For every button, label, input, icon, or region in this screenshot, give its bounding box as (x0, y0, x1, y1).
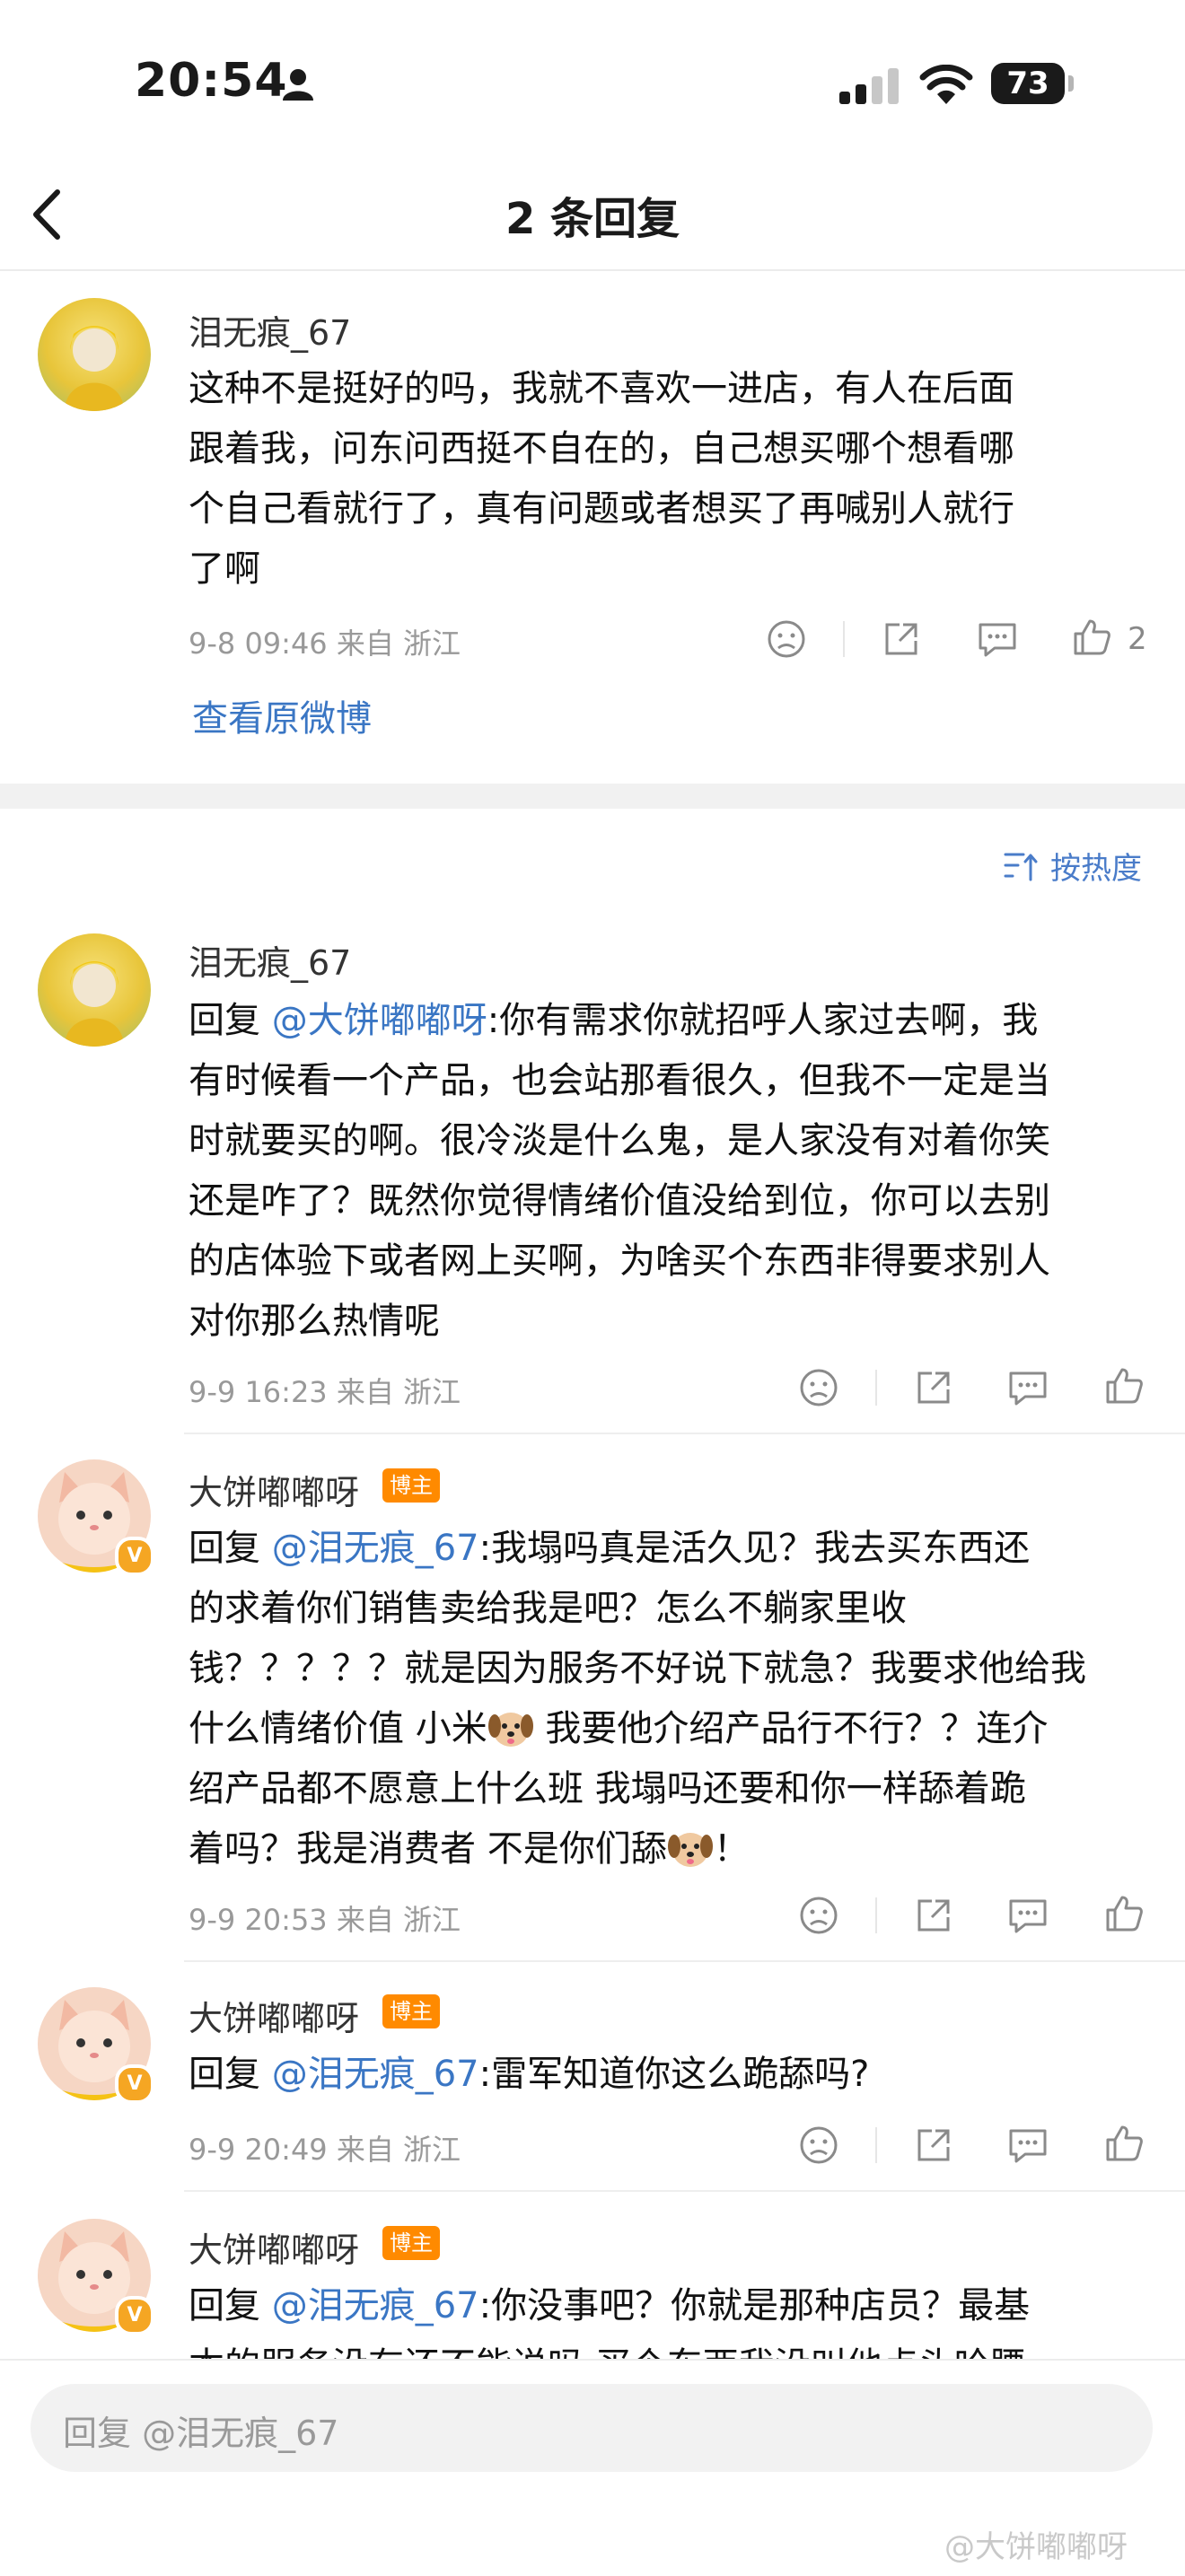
comment-icon[interactable] (1007, 1368, 1049, 1407)
sort-by-popularity[interactable]: 按热度 (1050, 844, 1142, 888)
verified-badge-icon: V (115, 2064, 154, 2104)
like-icon[interactable] (1104, 1894, 1144, 1933)
reply-text-segment: :我塌吗真是活久见？我去买东西还 (478, 1528, 1031, 1569)
reply-meta: 9-9 16:23 来自 浙江 (189, 1375, 461, 1409)
reply-prefix: 回复 (189, 1528, 272, 1569)
divider (843, 621, 845, 657)
comment-icon[interactable] (1007, 1896, 1049, 1935)
verified-badge-icon: V (115, 2296, 154, 2335)
view-original-post-link[interactable]: 查看原微博 (192, 689, 372, 741)
reply-text-line: 回复 @泪无痕_67:我塌吗真是活久见？我去买东西还 (189, 1519, 1176, 1579)
reply-text-segment: 我要他介绍产品行不行？？连介 (533, 1708, 1049, 1749)
reply-prefix: 回复 (189, 2054, 272, 2095)
reply-text-segment: ！ (713, 1828, 750, 1870)
status-time: 20:54 (135, 54, 288, 108)
reply-text: 回复 @泪无痕_67:雷军知道你这么跪舔吗? (189, 2045, 1176, 2105)
share-icon[interactable] (914, 1896, 953, 1935)
like-icon[interactable] (1072, 618, 1111, 657)
comment-icon[interactable] (977, 619, 1018, 659)
reply-text-line: 还是咋了？既然你觉得情绪价值没给到位，你可以去别 (189, 1180, 1050, 1222)
wifi-icon (919, 65, 973, 104)
reply-text-line: 回复 @大饼嘟嘟呀:你有需求你就招呼人家过去啊，我 (189, 991, 1176, 1051)
like-icon[interactable] (1104, 2124, 1144, 2163)
dislike-icon[interactable] (799, 1368, 838, 1407)
battery-tip (1068, 75, 1074, 92)
reply-text-line: 绍产品都不愿意上什么班 我塌吗还要和你一样舔着跪 (189, 1768, 1026, 1809)
comment-meta: 9-8 09:46 来自 浙江 (189, 626, 461, 661)
reply-text-line: 的店体验下或者网上买啊，为啥买个东西非得要求别人 (189, 1240, 1050, 1282)
reply-username[interactable]: 大饼嘟嘟呀 (189, 1465, 359, 1514)
reply-username[interactable]: 大饼嘟嘟呀 (189, 2222, 359, 2272)
avatar-image (65, 326, 124, 411)
share-icon[interactable] (914, 2125, 953, 2165)
verified-badge-icon: V (115, 1537, 154, 1576)
like-count: 2 (1128, 621, 1147, 657)
reply-meta: 9-9 20:49 来自 浙江 (189, 2133, 461, 2167)
person-icon (283, 69, 313, 101)
watermark: @大饼嘟嘟呀 (944, 2529, 1128, 2565)
comment-text-line: 了啊 (189, 548, 260, 590)
reply-prefix: 回复 (189, 1000, 272, 1041)
sort-icon[interactable] (1004, 851, 1040, 883)
reply-text: 回复 @大饼嘟嘟呀:你有需求你就招呼人家过去啊，我 有时候看一个产品，也会站那看… (189, 991, 1176, 1352)
divider (184, 1433, 1185, 1434)
comment-username[interactable]: 泪无痕_67 (189, 305, 351, 355)
divider (184, 2190, 1185, 2192)
reply-text-segment: 着吗？我是消费者 不是你们舔 (189, 1828, 667, 1870)
comment-text-line: 个自己看就行了，真有问题或者想买了再喊别人就行 (189, 488, 1014, 530)
dislike-icon[interactable] (799, 2125, 838, 2165)
author-tag: 博主 (382, 1468, 440, 1503)
comment-text-line: 跟着我，问东问西挺不自在的，自己想买哪个想看哪 (189, 428, 1014, 469)
author-tag: 博主 (382, 1994, 440, 2028)
dog-emoji-icon (667, 1833, 713, 1867)
dislike-icon[interactable] (767, 619, 806, 659)
comment-text-line: 这种不是挺好的吗，我就不喜欢一进店，有人在后面 (189, 368, 1014, 409)
avatar[interactable] (38, 933, 151, 1047)
reply-text-line: 的求着你们销售卖给我是吧？怎么不躺家里收 (189, 1588, 907, 1629)
page-title: 2 条回复 (505, 194, 680, 244)
reply-text-segment: :你没事吧？你就是那种店员？最基 (478, 2285, 1031, 2326)
share-icon[interactable] (914, 1368, 953, 1407)
dislike-icon[interactable] (799, 1896, 838, 1935)
mention-link[interactable]: @泪无痕_67 (272, 1528, 479, 1569)
divider (184, 1960, 1185, 1962)
cellular-signal-icon (839, 68, 899, 104)
mention-link[interactable]: @大饼嘟嘟呀 (272, 1000, 487, 1041)
reply-text-segment: :你有需求你就招呼人家过去啊，我 (487, 1000, 1039, 1041)
avatar[interactable] (38, 298, 151, 411)
reply-text-line: 回复 @泪无痕_67:雷军知道你这么跪舔吗? (189, 2045, 1176, 2105)
nav-bar: 2 条回复 (0, 162, 1185, 271)
reply-text-line: 时就要买的啊。很冷淡是什么鬼，是人家没有对着你笑 (189, 1120, 1050, 1161)
reply-text-line: 对你那么热情呢 (189, 1301, 440, 1342)
reply-username[interactable]: 大饼嘟嘟呀 (189, 1991, 359, 2040)
author-tag: 博主 (382, 2226, 440, 2260)
reply-meta: 9-9 20:53 来自 浙江 (189, 1903, 461, 1937)
status-bar: 20:54 73 (0, 0, 1185, 162)
dog-emoji-icon (487, 1713, 533, 1747)
reply-text-segment: :雷军知道你这么跪舔吗? (478, 2054, 870, 2095)
battery-indicator: 73 (991, 63, 1065, 104)
divider (875, 1897, 877, 1933)
comment-icon[interactable] (1007, 2125, 1049, 2165)
divider (875, 2127, 877, 2163)
reply-text-line: 着吗？我是消费者 不是你们舔 ！ (189, 1819, 1176, 1879)
reply-username[interactable]: 泪无痕_67 (189, 935, 351, 985)
reply-text-segment: 什么情绪价值 小米 (189, 1708, 487, 1749)
divider (875, 1370, 877, 1406)
reply-text-line: 回复 @泪无痕_67:你没事吧？你就是那种店员？最基 (189, 2276, 1176, 2336)
avatar-image (65, 961, 124, 1047)
reply-text-line: 什么情绪价值 小米 我要他介绍产品行不行？？连介 (189, 1699, 1176, 1759)
comment-text: 这种不是挺好的吗，我就不喜欢一进店，有人在后面 跟着我，问东问西挺不自在的，自己… (189, 359, 1149, 600)
reply-text-line: 有时候看一个产品，也会站那看很久，但我不一定是当 (189, 1060, 1050, 1101)
reply-input-placeholder: 回复 @泪无痕_67 (63, 2414, 339, 2453)
reply-text-line: 钱？？？？？就是因为服务不好说下就急？我要求他给我 (189, 1648, 1086, 1689)
mention-link[interactable]: @泪无痕_67 (272, 2285, 479, 2326)
share-icon[interactable] (882, 619, 921, 659)
section-separator (0, 784, 1185, 809)
reply-prefix: 回复 (189, 2285, 272, 2326)
mention-link[interactable]: @泪无痕_67 (272, 2054, 479, 2095)
like-icon[interactable] (1104, 1366, 1144, 1406)
reply-text: 回复 @泪无痕_67:我塌吗真是活久见？我去买东西还 的求着你们销售卖给我是吧？… (189, 1519, 1176, 1879)
